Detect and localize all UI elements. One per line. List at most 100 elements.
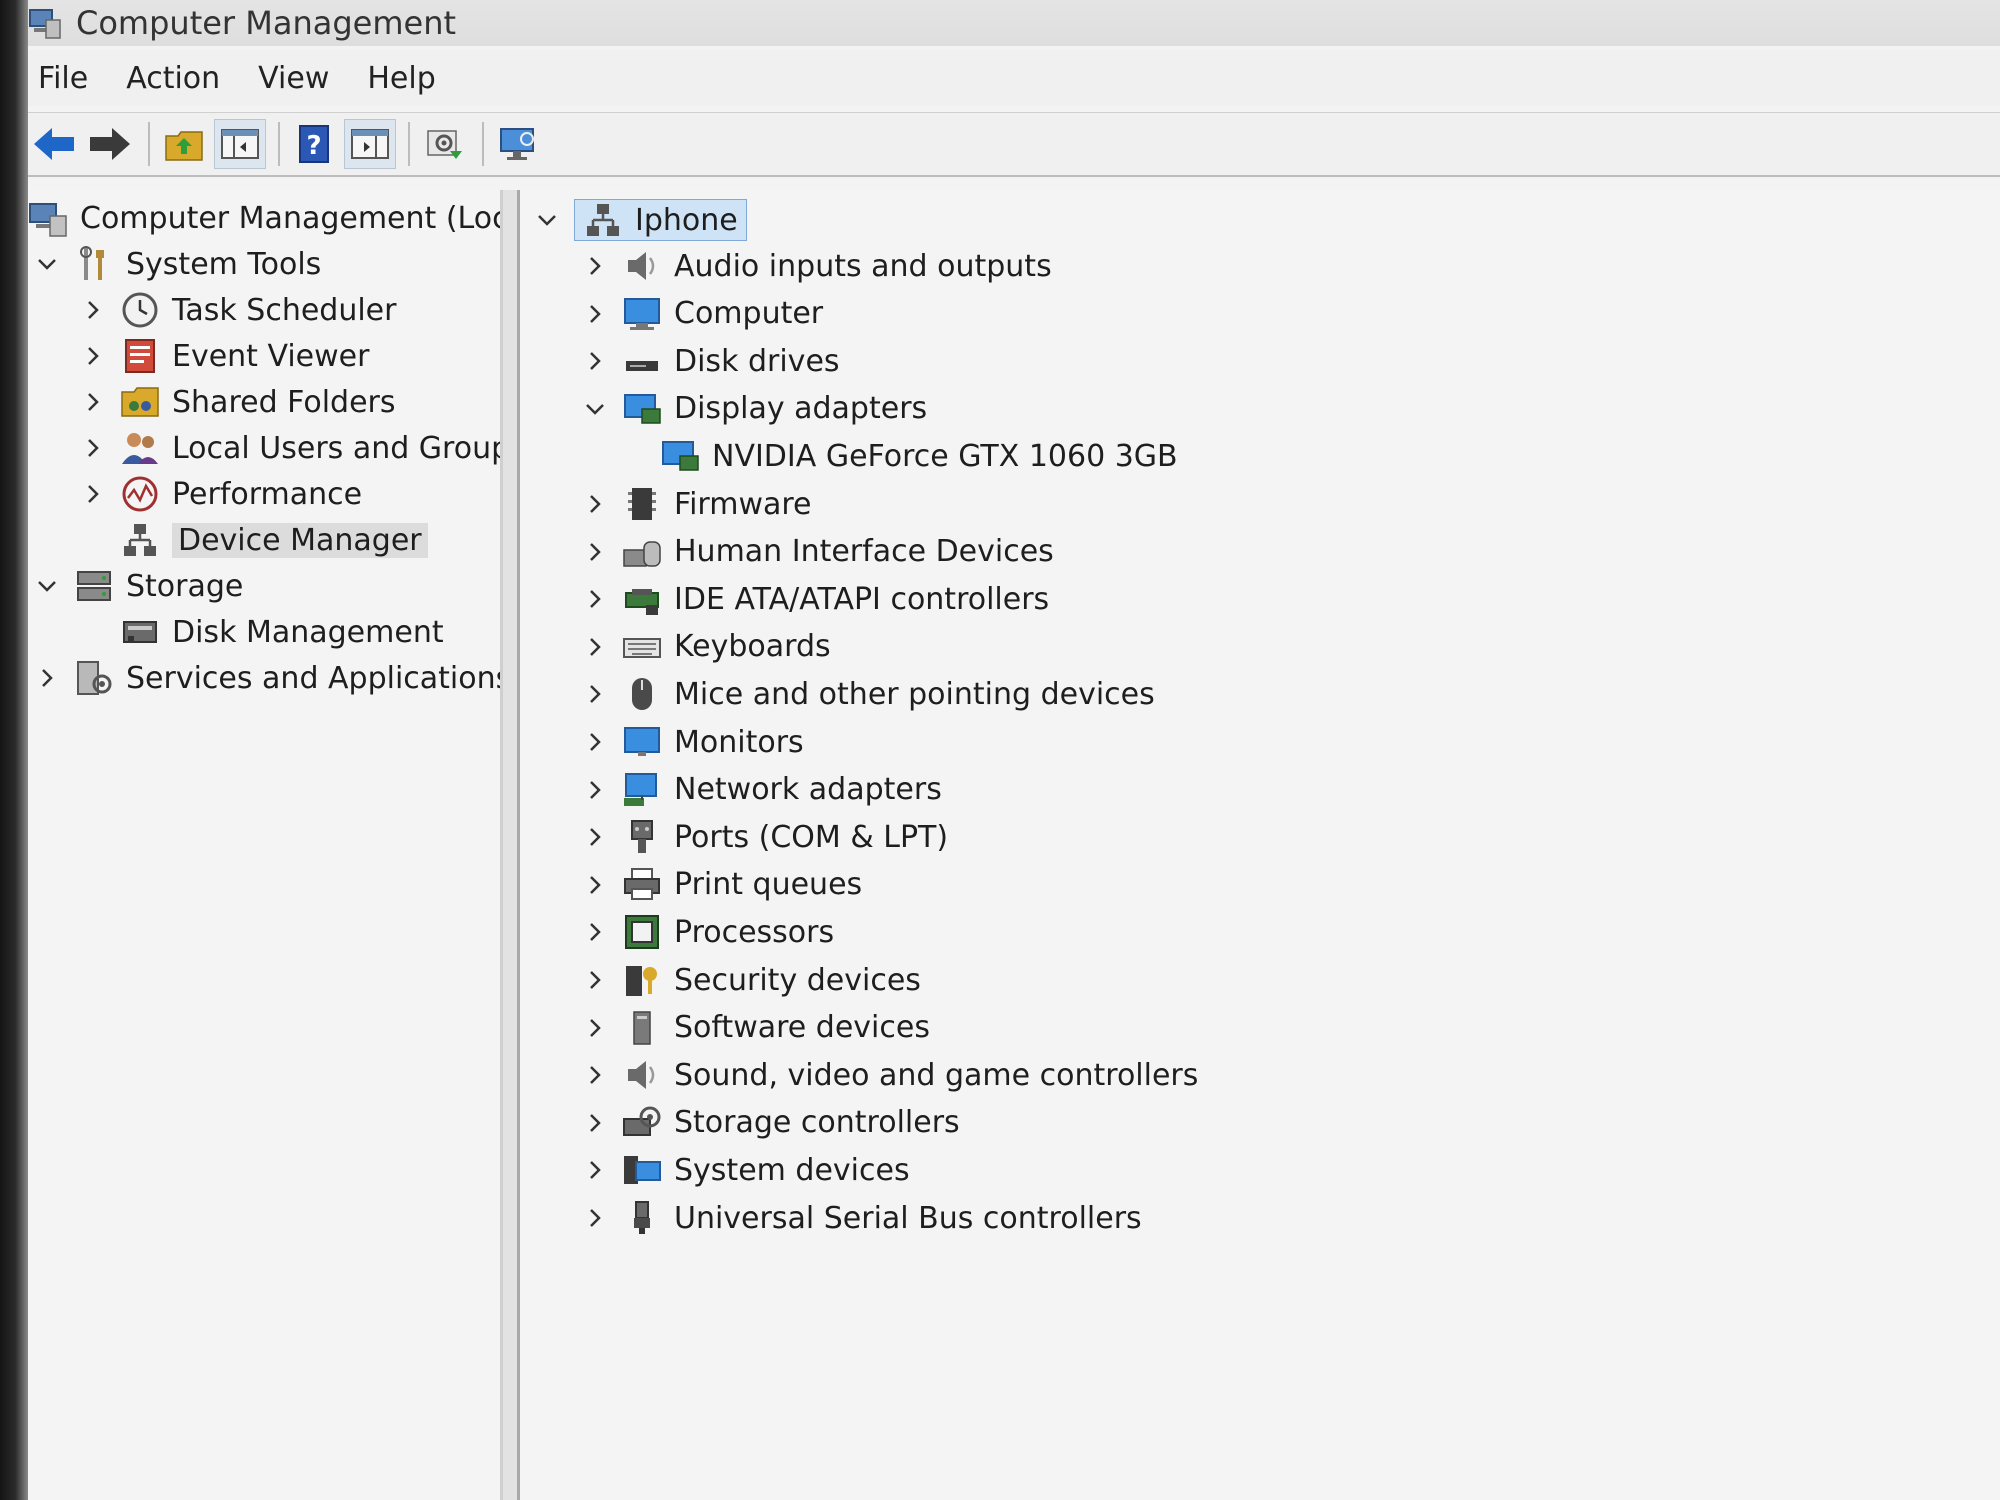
device-item-nvidia-geforce-gtx-1060-3gb[interactable]: NVIDIA GeForce GTX 1060 3GB [660, 434, 1178, 478]
tree-item-services-and-applications[interactable]: Services and Applications [32, 656, 500, 700]
chevron-down-icon[interactable] [32, 249, 62, 279]
menu-view[interactable]: View [258, 61, 329, 96]
device-tree-label: Ports (COM & LPT) [674, 819, 949, 855]
tree-item-task-scheduler[interactable]: Task Scheduler [78, 288, 396, 332]
forward-arrow-icon [90, 128, 130, 160]
computer-management-app-icon [28, 6, 62, 40]
tree-item-performance[interactable]: Performance [78, 472, 362, 516]
chevron-right-icon[interactable] [580, 775, 610, 805]
chevron-right-icon[interactable] [78, 433, 108, 463]
device-category-disk-drives[interactable]: Disk drives [580, 339, 840, 383]
chevron-right-icon[interactable] [78, 387, 108, 417]
device-category-network-adapters[interactable]: Network adapters [580, 768, 942, 812]
back-button[interactable] [28, 119, 80, 169]
back-arrow-icon [34, 128, 74, 160]
device-category-monitors[interactable]: Monitors [580, 720, 804, 764]
chevron-right-icon[interactable] [580, 584, 610, 614]
device-tree-root[interactable]: Iphone [532, 198, 747, 242]
chevron-right-icon[interactable] [78, 341, 108, 371]
tree-item-storage[interactable]: Storage [32, 564, 243, 608]
device-tree-label: Universal Serial Bus controllers [674, 1200, 1142, 1236]
device-category-ports-com-lpt[interactable]: Ports (COM & LPT) [580, 815, 948, 859]
chevron-down-icon[interactable] [580, 394, 610, 424]
chevron-right-icon[interactable] [580, 537, 610, 567]
device-category-mice-and-other-pointing-devices[interactable]: Mice and other pointing devices [580, 672, 1155, 716]
pane-splitter[interactable] [503, 190, 520, 1500]
printer-icon [622, 865, 662, 905]
tree-item-shared-folders[interactable]: Shared Folders [78, 380, 396, 424]
device-tree-label: Print queues [674, 867, 863, 903]
tree-item-event-viewer[interactable]: Event Viewer [78, 334, 369, 378]
monitor-icon [622, 722, 662, 762]
device-category-storage-controllers[interactable]: Storage controllers [580, 1101, 960, 1145]
show-hide-action-pane-button[interactable] [344, 119, 396, 169]
device-category-print-queues[interactable]: Print queues [580, 863, 862, 907]
chevron-right-icon[interactable] [78, 295, 108, 325]
show-hide-console-tree-button[interactable] [214, 119, 266, 169]
menu-help[interactable]: Help [367, 61, 435, 96]
tree-item-label-selected: Device Manager [172, 522, 428, 558]
chevron-right-icon[interactable] [580, 299, 610, 329]
scan-for-hardware-changes-button[interactable] [492, 119, 544, 169]
hid-icon [622, 532, 662, 572]
tree-item-device-manager[interactable]: Device Manager [120, 518, 428, 562]
device-category-security-devices[interactable]: Security devices [580, 958, 921, 1002]
chevron-down-icon[interactable] [532, 205, 562, 235]
tree-item-computer-management-root[interactable]: Computer Management (Local [28, 196, 500, 240]
device-tree-root-highlight: Iphone [574, 199, 747, 241]
device-category-audio-inputs-and-outputs[interactable]: Audio inputs and outputs [580, 244, 1052, 288]
chevron-right-icon[interactable] [580, 870, 610, 900]
chevron-right-icon[interactable] [580, 632, 610, 662]
display-adapter-icon [622, 389, 662, 429]
device-category-ide-ata-atapi-controllers[interactable]: IDE ATA/ATAPI controllers [580, 577, 1049, 621]
properties-button[interactable] [418, 119, 470, 169]
forward-button[interactable] [84, 119, 136, 169]
chevron-right-icon[interactable] [580, 917, 610, 947]
chevron-right-icon[interactable] [580, 727, 610, 757]
chevron-right-icon[interactable] [580, 1203, 610, 1233]
device-tree-label: Storage controllers [674, 1105, 960, 1141]
device-category-system-devices[interactable]: System devices [580, 1148, 910, 1192]
users-icon [120, 428, 160, 468]
device-category-software-devices[interactable]: Software devices [580, 1006, 930, 1050]
chevron-right-icon[interactable] [580, 346, 610, 376]
device-category-sound-video-and-game-controllers[interactable]: Sound, video and game controllers [580, 1053, 1198, 1097]
chevron-right-icon[interactable] [580, 251, 610, 281]
up-one-level-button[interactable] [158, 119, 210, 169]
device-tree-label: Human Interface Devices [674, 534, 1054, 570]
chevron-right-icon[interactable] [32, 663, 62, 693]
device-tree-label: Keyboards [674, 629, 831, 665]
device-tree-label: Firmware [674, 486, 812, 522]
processor-icon [622, 912, 662, 952]
chevron-right-icon[interactable] [78, 479, 108, 509]
chevron-right-icon[interactable] [580, 1108, 610, 1138]
device-category-processors[interactable]: Processors [580, 910, 834, 954]
tree-item-system-tools[interactable]: System Tools [32, 242, 321, 286]
device-category-firmware[interactable]: Firmware [580, 482, 812, 526]
chevron-right-icon[interactable] [580, 1155, 610, 1185]
clock-icon [120, 290, 160, 330]
tree-item-disk-management[interactable]: Disk Management [120, 610, 444, 654]
menu-file[interactable]: File [38, 61, 88, 96]
device-category-keyboards[interactable]: Keyboards [580, 625, 831, 669]
device-category-human-interface-devices[interactable]: Human Interface Devices [580, 530, 1054, 574]
chevron-right-icon[interactable] [580, 1013, 610, 1043]
chevron-right-icon[interactable] [580, 1060, 610, 1090]
menu-action[interactable]: Action [126, 61, 220, 96]
device-tree-label: Processors [674, 914, 835, 950]
device-manager-icon [120, 520, 160, 560]
chevron-right-icon[interactable] [580, 679, 610, 709]
chevron-right-icon[interactable] [580, 822, 610, 852]
device-tree-label: Software devices [674, 1010, 930, 1046]
device-category-universal-serial-bus-controllers[interactable]: Universal Serial Bus controllers [580, 1196, 1142, 1240]
display-adapter-icon [660, 436, 700, 476]
tree-item-local-users-and-groups[interactable]: Local Users and Groups [78, 426, 500, 470]
help-button[interactable]: ? [288, 119, 340, 169]
chevron-down-icon[interactable] [32, 571, 62, 601]
menu-bar: File Action View Help [28, 50, 2000, 106]
disk-management-icon [120, 612, 160, 652]
device-category-computer[interactable]: Computer [580, 292, 823, 336]
chevron-right-icon[interactable] [580, 489, 610, 519]
chevron-right-icon[interactable] [580, 965, 610, 995]
device-category-display-adapters[interactable]: Display adapters [580, 387, 927, 431]
